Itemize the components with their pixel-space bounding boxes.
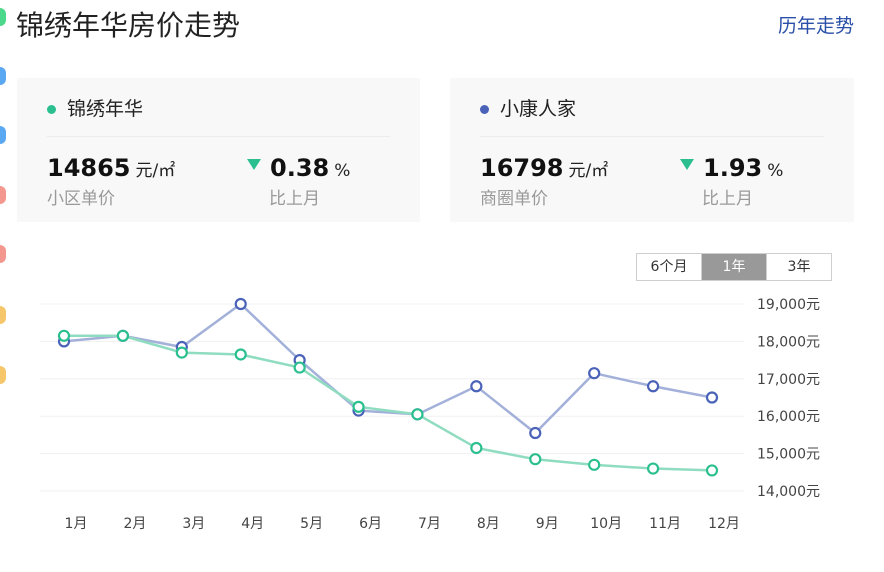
- data-point: [234, 297, 247, 311]
- data-point: [705, 464, 719, 477]
- data-point: [646, 380, 660, 393]
- series-line: [64, 334, 713, 472]
- y-tick-label: 15,000元: [757, 447, 820, 463]
- x-tick-label: 11月: [649, 516, 681, 532]
- x-tick-label: 2月: [123, 516, 146, 532]
- y-tick-label: 14,000元: [757, 484, 820, 500]
- y-tick-label: 17,000元: [757, 372, 820, 388]
- data-point: [470, 441, 483, 455]
- x-tick-label: 12月: [708, 516, 740, 532]
- x-tick-label: 4月: [241, 516, 264, 532]
- data-point: [293, 361, 306, 374]
- data-point: [175, 346, 188, 359]
- data-point: [529, 426, 542, 440]
- x-tick-label: 8月: [477, 516, 500, 532]
- series-line: [63, 302, 713, 435]
- data-point: [470, 380, 483, 393]
- y-tick-label: 16,000元: [757, 409, 820, 425]
- data-point: [116, 329, 130, 342]
- data-point: [411, 408, 424, 421]
- x-tick-label: 3月: [182, 516, 205, 532]
- data-point: [588, 458, 601, 471]
- data-point: [705, 391, 719, 404]
- data-point: [57, 329, 71, 342]
- page: 锦绣年华房价走势 历年走势 锦绣年华 14865 元/㎡ 小区单价 0.38 %…: [0, 0, 884, 572]
- x-tick-label: 9月: [536, 516, 559, 532]
- x-tick-label: 10月: [590, 516, 622, 532]
- x-tick-label: 1月: [65, 516, 88, 532]
- price-trend-chart: 19,000元 18,000元 17,000元 16,000元 15,000元 14,00…: [40, 297, 820, 532]
- x-tick-label: 5月: [300, 516, 323, 532]
- y-tick-label: 19,000元: [757, 297, 820, 313]
- x-tick-label: 7月: [418, 516, 441, 532]
- x-tick-label: 6月: [359, 516, 382, 532]
- data-point: [529, 453, 542, 466]
- y-tick-label: 18,000元: [757, 334, 820, 350]
- data-point: [588, 367, 601, 380]
- data-point: [646, 462, 660, 475]
- data-point: [234, 348, 247, 361]
- data-point: [352, 400, 365, 413]
